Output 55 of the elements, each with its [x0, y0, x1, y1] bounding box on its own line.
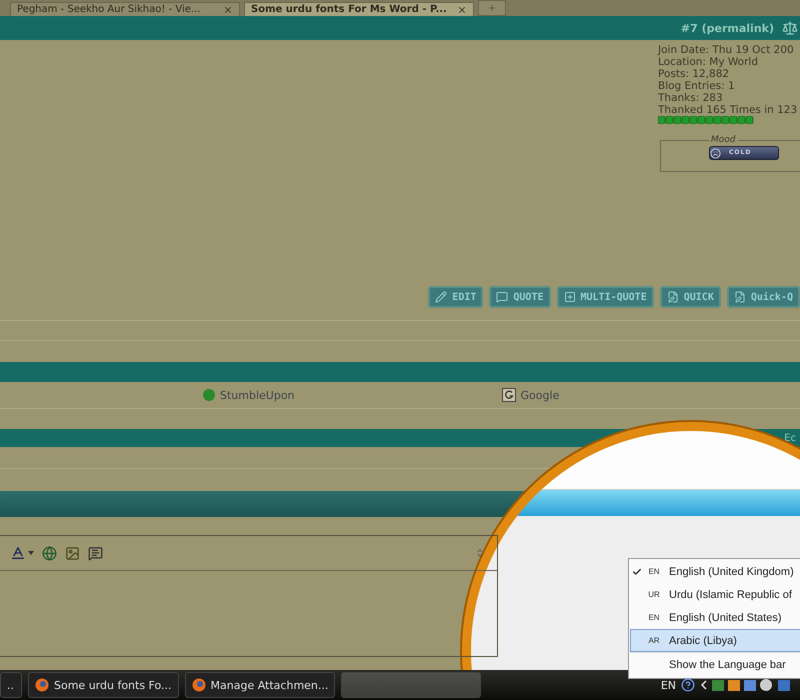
tray-icons-drawing[interactable]: [700, 678, 790, 692]
note-icon[interactable]: [88, 546, 103, 560]
language-menu-item[interactable]: EN English (United Kingdom): [630, 560, 800, 583]
post-action-button[interactable]: Quick-Q: [726, 286, 800, 308]
language-code: UR: [647, 590, 661, 599]
language-code: AR: [647, 636, 661, 645]
close-icon[interactable]: [223, 4, 233, 14]
profile-detail: Join Date: Thu 19 Oct 200: [658, 44, 795, 56]
speech-bubble-icon: [496, 291, 508, 303]
image-icon[interactable]: [65, 546, 80, 560]
section-bar-text[interactable]: Ec: [784, 432, 796, 444]
profile-detail: Posts: 12,882: [658, 68, 730, 80]
language-name: Arabic (Libya): [668, 634, 737, 646]
note-icon: [734, 291, 746, 303]
language-code: EN: [647, 613, 661, 622]
language-name: English (United Kingdom): [668, 566, 794, 578]
help-icon[interactable]: [681, 678, 695, 692]
bookmark-link[interactable]: Google: [502, 388, 800, 402]
profile-detail: Thanked 165 Times in 123: [658, 104, 798, 116]
language-indicator[interactable]: EN: [660, 678, 676, 692]
language-menu-item[interactable]: UR Urdu (Islamic Republic of: [630, 583, 800, 606]
profile-detail: Thanks: 283: [658, 92, 724, 104]
new-tab-button[interactable]: [478, 0, 506, 16]
post-action-button[interactable]: QUICK: [660, 286, 721, 308]
scales-icon[interactable]: [782, 20, 798, 36]
language-menu-item[interactable]: AR Arabic (Libya): [630, 629, 800, 652]
sad-face-icon: [710, 148, 721, 158]
permalink-link[interactable]: #7 (permalink): [680, 22, 774, 34]
mood-legend: Mood: [709, 134, 738, 146]
bookmark-link[interactable]: StumbleUpon: [203, 388, 502, 402]
taskbar-button[interactable]: ..: [0, 672, 22, 698]
browser-tab[interactable]: Pegham - Seekho Aur Sikhao! - Vie...: [10, 2, 240, 16]
browser-tab[interactable]: Some urdu fonts For Ms Word - P...: [244, 2, 474, 16]
language-name: English (United States): [668, 612, 782, 624]
pencil-icon: [435, 291, 448, 303]
font-color-button[interactable]: [10, 545, 34, 561]
profile-detail: Blog Entries: 1: [658, 80, 736, 92]
show-language-bar-item[interactable]: Show the Language bar: [630, 652, 800, 677]
plus-icon: [564, 291, 576, 303]
post-action-button[interactable]: MULTI-QUOTE: [556, 286, 654, 308]
resize-arrows-icon[interactable]: [475, 548, 485, 558]
taskbar-button[interactable]: Some urdu fonts Fo...: [28, 672, 179, 698]
post-action-button[interactable]: QUOTE: [489, 286, 550, 308]
language-name: Urdu (Islamic Republic of: [668, 588, 792, 600]
globe-icon[interactable]: [42, 546, 57, 560]
language-code: EN: [647, 567, 661, 576]
post-action-button[interactable]: EDIT: [428, 286, 484, 308]
profile-detail: Location: My World: [658, 56, 759, 68]
note-icon: [666, 291, 679, 303]
close-icon[interactable]: [457, 4, 467, 14]
language-menu-item[interactable]: EN English (United States): [630, 606, 800, 629]
caret-icon: [28, 551, 34, 555]
plus-icon: [487, 3, 497, 13]
google-icon: [502, 388, 516, 402]
taskbar-button[interactable]: Manage Attachmen...: [184, 672, 336, 698]
